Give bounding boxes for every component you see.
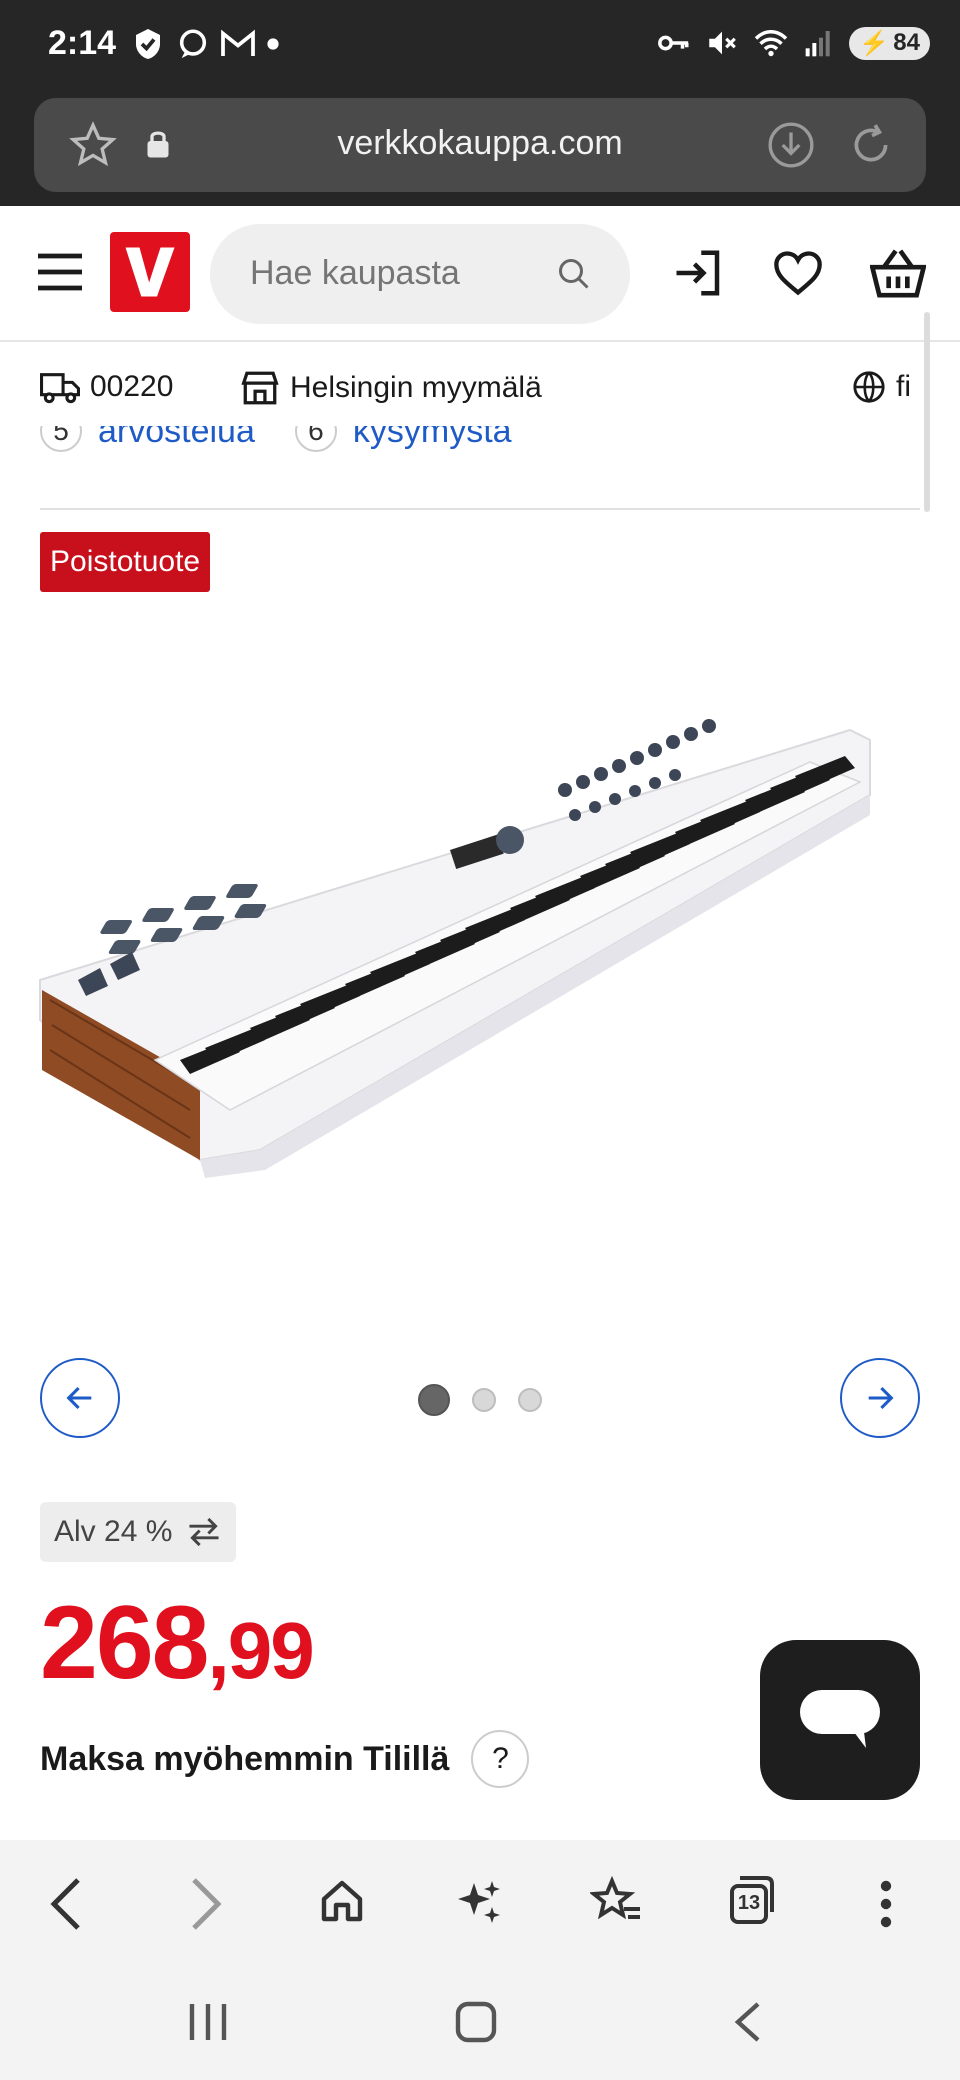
recent-apps-icon[interactable] (186, 2000, 230, 2044)
search-icon[interactable] (556, 256, 592, 292)
cart-icon[interactable] (870, 246, 926, 300)
mute-icon (709, 31, 737, 55)
home-button-icon[interactable] (454, 2000, 498, 2044)
chat-icon (800, 1690, 880, 1748)
clearance-badge: Poistotuote (40, 532, 211, 592)
tabs-count: 13 (737, 1892, 761, 1914)
sparkle-icon[interactable] (456, 1876, 504, 1926)
bookmarks-icon[interactable] (590, 1876, 642, 1926)
dot-icon (267, 38, 279, 50)
wifi-icon (755, 30, 788, 57)
browser-bottom-bar: 13 (0, 1840, 960, 1964)
site-header (0, 206, 960, 342)
vat-toggle[interactable]: Alv 24 % (40, 1502, 237, 1562)
tabs-button[interactable]: 13 (728, 1874, 776, 1926)
product-image[interactable] (30, 690, 930, 1200)
location-bar: 00220 Helsingin myymälä fi (0, 342, 960, 438)
site-logo[interactable] (110, 232, 190, 312)
notification-icons (130, 26, 280, 62)
divider (40, 508, 920, 510)
price-main: 268 (40, 1585, 210, 1701)
language-selector[interactable]: fi (852, 370, 911, 404)
truck-icon (40, 373, 80, 404)
hamburger-menu-icon[interactable] (36, 250, 84, 294)
product-price: 268,99 (40, 1584, 315, 1703)
reviews-link[interactable]: 5 arvostelua (40, 426, 255, 452)
reload-icon[interactable] (846, 120, 896, 170)
gmail-icon (221, 29, 255, 56)
verkkokauppa-logo-icon (125, 247, 175, 297)
chat-bubble-icon (179, 29, 207, 59)
system-icons: ⚡ 84 (657, 26, 930, 60)
status-bar: 2:14 ⚡ 84 (0, 0, 960, 92)
vat-label: Alv 24 % (54, 1515, 173, 1548)
postal-code-selector[interactable]: 00220 (40, 370, 173, 404)
carousel-next-button[interactable] (840, 1358, 920, 1438)
heart-icon[interactable] (772, 248, 824, 298)
system-back-icon[interactable] (730, 2000, 764, 2044)
questions-count: 6 (294, 426, 337, 452)
key-icon (658, 35, 689, 51)
address-bar[interactable]: verkkokauppa.com (34, 98, 926, 192)
globe-icon (853, 371, 885, 403)
back-icon[interactable] (46, 1876, 86, 1932)
questions-label[interactable]: kysymystä (353, 426, 512, 451)
ratings-row: 5 arvostelua 6 kysymystä (40, 426, 920, 470)
store-icon (241, 371, 279, 405)
forward-icon[interactable] (186, 1876, 226, 1932)
more-options-icon[interactable] (876, 1876, 896, 1932)
price-cents: ,99 (207, 1606, 315, 1695)
signal-icon (806, 31, 831, 57)
chat-button[interactable] (760, 1640, 920, 1800)
store-name: Helsingin myymälä (290, 371, 542, 404)
home-icon[interactable] (318, 1876, 366, 1926)
battery-indicator: ⚡ 84 (849, 26, 930, 60)
carousel-prev-button[interactable] (40, 1358, 120, 1438)
browser-toolbar: verkkokauppa.com (0, 92, 960, 206)
pay-later-row: Maksa myöhemmin Tilillä ? (40, 1730, 530, 1788)
carousel-dot-2[interactable] (472, 1388, 496, 1412)
download-icon[interactable] (766, 120, 816, 170)
login-icon[interactable] (672, 248, 726, 298)
swap-arrows-icon (189, 1517, 219, 1547)
help-button[interactable]: ? (471, 1730, 530, 1788)
arrow-left-icon (66, 1386, 92, 1410)
postal-code: 00220 (90, 370, 174, 403)
page-scrollbar[interactable] (924, 312, 930, 512)
carousel-dot-3[interactable] (518, 1388, 542, 1412)
arrow-right-icon (868, 1386, 894, 1410)
reviews-label[interactable]: arvostelua (98, 426, 255, 451)
search-box[interactable] (210, 224, 630, 324)
battery-level: 84 (893, 29, 920, 56)
shield-check-icon (136, 29, 160, 59)
language-code: fi (896, 370, 911, 403)
system-nav-bar (0, 1964, 960, 2080)
questions-link[interactable]: 6 kysymystä (294, 426, 512, 452)
store-selector[interactable]: Helsingin myymälä (240, 370, 542, 406)
search-input[interactable] (250, 254, 550, 293)
status-time: 2:14 (48, 24, 117, 62)
carousel-dot-1[interactable] (418, 1384, 450, 1416)
carousel-dots (418, 1384, 542, 1416)
pay-later-label: Maksa myöhemmin Tilillä (40, 1739, 450, 1778)
battery-leaf-icon: ⚡ (859, 29, 890, 57)
reviews-count: 5 (40, 426, 82, 452)
